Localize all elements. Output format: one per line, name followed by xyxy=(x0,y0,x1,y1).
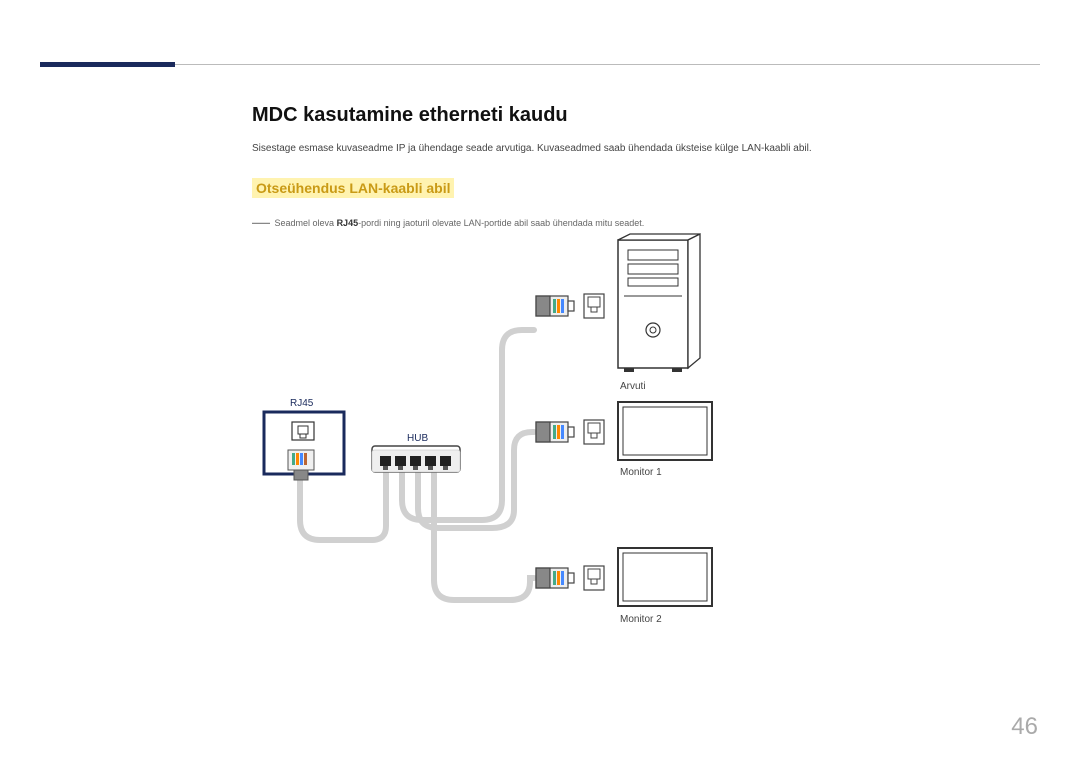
label-monitor2: Monitor 2 xyxy=(620,614,662,625)
header-accent-bar xyxy=(40,62,175,67)
section-subheading: Otseühendus LAN-kaabli abil xyxy=(252,178,454,198)
label-monitor1: Monitor 1 xyxy=(620,467,662,478)
label-hub: HUB xyxy=(407,433,428,444)
monitor-1 xyxy=(618,402,712,460)
rj45-source-panel xyxy=(264,412,344,480)
header-rule xyxy=(175,64,1040,65)
page-number: 46 xyxy=(1011,713,1038,741)
label-arvuti: Arvuti xyxy=(620,381,646,392)
computer-tower xyxy=(618,234,700,372)
connection-diagram: RJ45 HUB Arvuti Monitor 1 Monitor 2 xyxy=(252,220,772,650)
page-title: MDC kasutamine etherneti kaudu xyxy=(252,104,972,127)
content-block: MDC kasutamine etherneti kaudu Sisestage… xyxy=(252,104,972,237)
diagram-svg xyxy=(252,220,772,650)
label-rj45: RJ45 xyxy=(290,398,313,409)
hub-device xyxy=(372,446,460,472)
intro-text: Sisestage esmase kuvaseadme IP ja ühenda… xyxy=(252,141,972,156)
monitor-2 xyxy=(618,548,712,606)
